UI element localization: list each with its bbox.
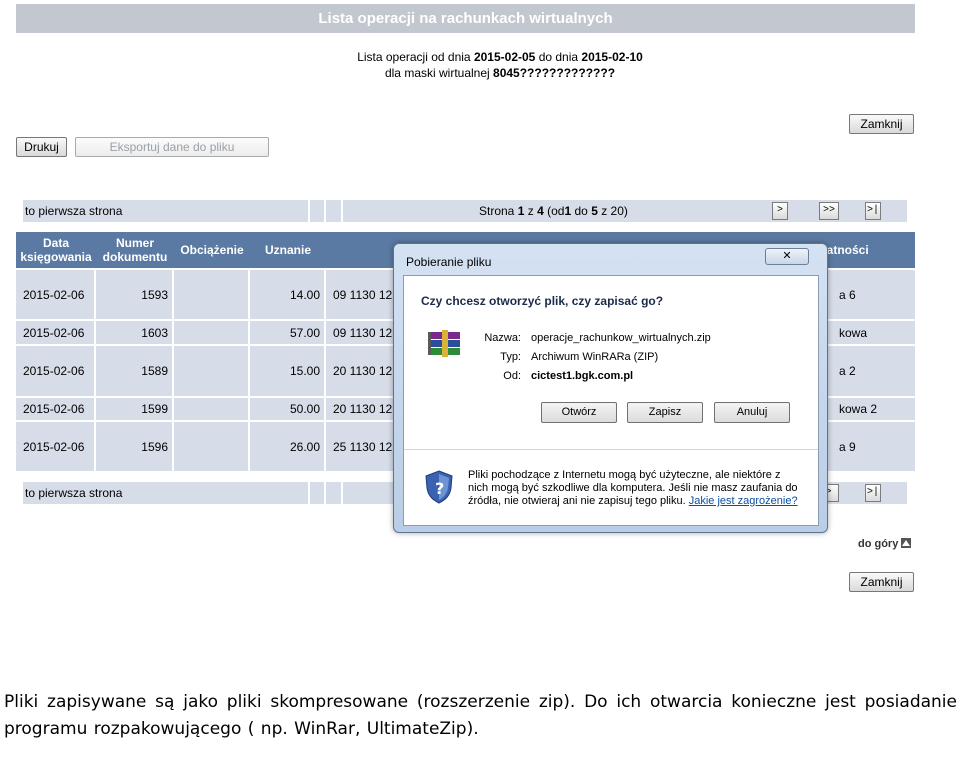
page-of: z <box>527 204 534 218</box>
cell-date: 2015-02-06 <box>16 422 96 471</box>
cell-debit <box>174 321 250 344</box>
page-current: 1 <box>517 204 525 218</box>
to-top-link[interactable]: do góry <box>858 538 912 550</box>
next-many-button[interactable]: >> <box>819 202 839 220</box>
range-to: 5 <box>591 204 598 218</box>
dialog-close-button[interactable]: ✕ <box>765 248 809 265</box>
cell-credit: 26.00 <box>250 422 326 471</box>
open-button[interactable]: Otwórz <box>541 402 617 423</box>
cell-debit <box>174 422 250 471</box>
cell-right: a 6 <box>839 287 856 302</box>
export-button[interactable]: Eksportuj dane do pliku <box>75 137 269 157</box>
risk-info-link[interactable]: Jakie jest zagrożenie? <box>689 495 798 507</box>
cell-doc: 1593 <box>96 270 174 319</box>
file-name: operacje_rachunkow_wirtualnych.zip <box>531 332 711 344</box>
dialog-separator <box>404 449 818 450</box>
cell-date: 2015-02-06 <box>16 346 96 396</box>
page-title: Lista operacji na rachunkach wirtualnych <box>16 4 915 33</box>
date-range-info: Lista operacji od dnia 2015-02-05 do dni… <box>200 50 800 64</box>
header-credit: Uznanie <box>264 243 311 257</box>
cell-credit: 15.00 <box>250 346 326 396</box>
cell-debit <box>174 270 250 319</box>
close-icon: ✕ <box>782 250 792 262</box>
from-label: Od: <box>503 370 521 382</box>
cell-credit: 14.00 <box>250 270 326 319</box>
header-debit: Obciążenie <box>180 243 244 257</box>
cancel-button[interactable]: Anuluj <box>714 402 790 423</box>
close-button-top[interactable]: Zamknij <box>849 114 914 134</box>
file-source: cictest1.bgk.com.pl <box>531 370 634 382</box>
range-to-word: do <box>574 204 588 218</box>
cell-right: kowa 2 <box>839 402 878 416</box>
download-dialog: Pobieranie pliku ✕ Czy chcesz otworzyć p… <box>393 243 828 533</box>
next-page-button[interactable]: > <box>772 202 788 220</box>
range-from: 1 <box>564 204 572 218</box>
cell-doc: 1603 <box>96 321 174 344</box>
dialog-question: Czy chcesz otworzyć plik, czy zapisać go… <box>421 294 664 308</box>
pager-spacer <box>326 482 341 504</box>
page-info: Strona 1 z 4 (od1 do 5 z 20) <box>479 200 628 222</box>
svg-text:?: ? <box>435 479 444 498</box>
dialog-title: Pobieranie pliku <box>406 255 492 269</box>
last-page-button-bottom[interactable]: >| <box>865 484 881 502</box>
header-payer: płatności <box>816 243 869 257</box>
mask-info: dla maski wirtualnej 8045????????????? <box>200 66 800 80</box>
pager-spacer <box>326 200 341 222</box>
cell-credit: 50.00 <box>250 398 326 420</box>
header-doc: Numer dokumentu <box>102 236 168 264</box>
date-to: 2015-02-10 <box>581 50 643 64</box>
cell-date: 2015-02-06 <box>16 321 96 344</box>
first-page-link-bottom[interactable]: to pierwsza strona <box>23 486 122 500</box>
shield-icon: ? <box>424 470 454 504</box>
range-of: z 20) <box>601 204 628 218</box>
cell-date: 2015-02-06 <box>16 270 96 319</box>
cell-date: 2015-02-06 <box>16 398 96 420</box>
first-page-link[interactable]: to pierwsza strona <box>23 204 122 218</box>
mask-value: 8045????????????? <box>493 66 616 80</box>
dialog-body: Czy chcesz otworzyć plik, czy zapisać go… <box>403 275 819 526</box>
info-prefix: Lista operacji od dnia <box>357 50 471 64</box>
print-button[interactable]: Drukuj <box>16 137 67 157</box>
cell-debit <box>174 398 250 420</box>
header-date: Data księgowania <box>20 236 92 264</box>
type-label: Typ: <box>500 351 521 363</box>
close-button-bottom[interactable]: Zamknij <box>849 572 914 592</box>
date-from: 2015-02-05 <box>473 50 536 64</box>
to-top-label: do góry <box>858 538 899 550</box>
cell-right: kowa <box>839 325 868 340</box>
name-label: Nazwa: <box>484 332 521 344</box>
last-page-button[interactable]: >| <box>865 202 881 220</box>
cell-right: a 9 <box>839 439 856 454</box>
cell-debit <box>174 346 250 396</box>
footer-note: Pliki zapisywane są jako pliki skompreso… <box>4 692 957 739</box>
mask-label: dla maski wirtualnej <box>384 66 490 80</box>
save-button[interactable]: Zapisz <box>627 402 703 423</box>
page-info-prefix: Strona <box>479 204 515 218</box>
file-type: Archiwum WinRARa (ZIP) <box>531 351 659 363</box>
cell-credit: 57.00 <box>250 321 326 344</box>
pager-spacer <box>310 200 324 222</box>
pager-spacer <box>310 482 324 504</box>
cell-right: a 2 <box>839 364 856 378</box>
cell-doc: 1596 <box>96 422 174 471</box>
info-mid: do dnia <box>538 50 579 64</box>
cell-doc: 1599 <box>96 398 174 420</box>
cell-doc: 1589 <box>96 346 174 396</box>
range-open: (od <box>547 204 565 218</box>
first-page-cell: to pierwsza strona <box>23 200 308 222</box>
page-total: 4 <box>537 204 544 218</box>
security-warning: Pliki pochodzące z Internetu mogą być uż… <box>468 469 803 508</box>
up-arrow-icon <box>901 538 912 548</box>
first-page-cell: to pierwsza strona <box>23 482 308 504</box>
